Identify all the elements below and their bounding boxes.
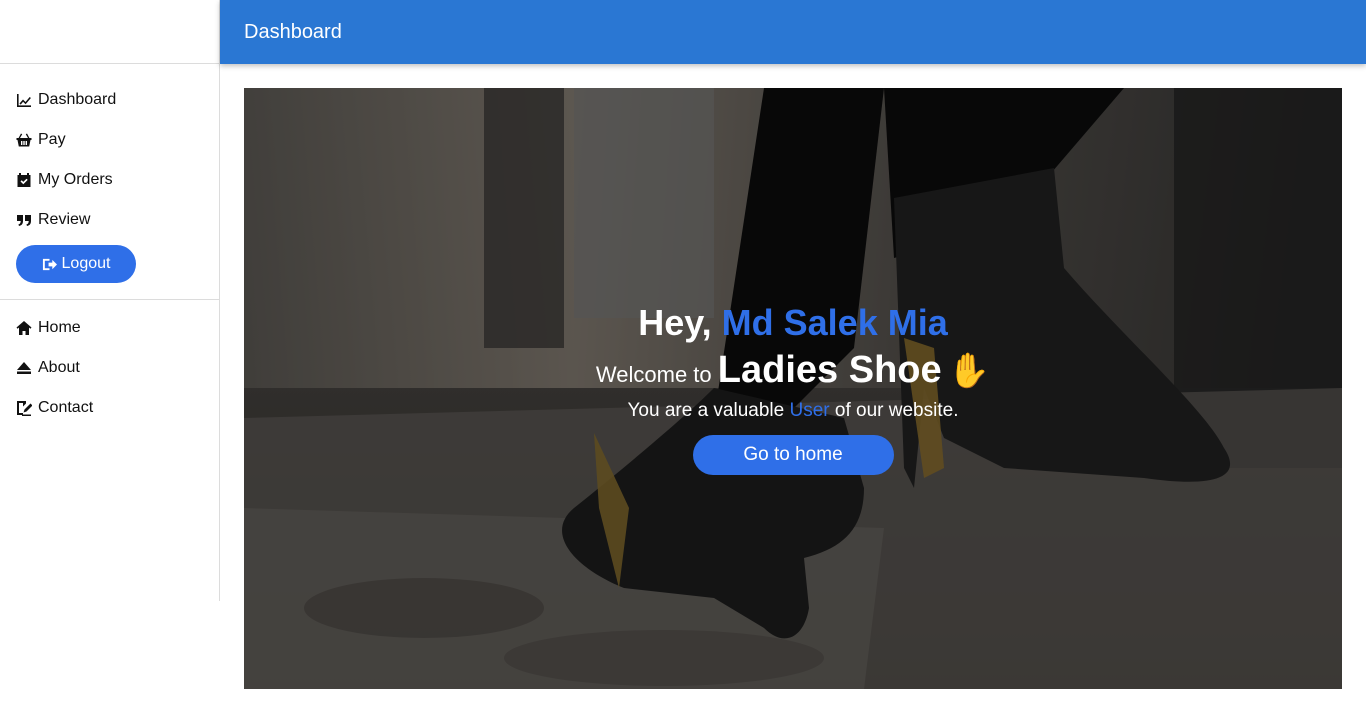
sidebar-item-label: Pay <box>38 131 66 148</box>
signature-icon <box>16 400 36 416</box>
sidebar-header <box>0 0 219 64</box>
chart-line-icon <box>16 92 36 108</box>
user-name: Md Salek Mia <box>721 302 948 343</box>
role-suffix: of our website. <box>834 400 959 421</box>
sidebar-item-review[interactable]: Review <box>0 200 219 240</box>
brand-name: Ladies Shoe <box>717 349 942 391</box>
home-icon <box>16 320 36 336</box>
sidebar-item-home[interactable]: Home <box>0 308 219 348</box>
sidebar-item-contact[interactable]: Contact <box>0 388 219 428</box>
user-role-line: You are a valuable User of our website. <box>244 397 1342 425</box>
wave-hand-icon: ✋ <box>947 352 991 390</box>
basket-icon <box>16 132 36 148</box>
sidebar-item-label: Home <box>38 319 81 336</box>
logout-button[interactable]: Logout <box>16 245 136 283</box>
banner-content: Hey, Md Salek Mia Welcome to Ladies Shoe… <box>244 300 1342 475</box>
sidebar-nav: Dashboard Pay My Orders Review <box>0 64 219 240</box>
sign-out-icon <box>42 258 57 270</box>
sidebar-item-dashboard[interactable]: Dashboard <box>0 80 219 120</box>
sidebar-item-my-orders[interactable]: My Orders <box>0 160 219 200</box>
sidebar-item-about[interactable]: About <box>0 348 219 388</box>
sidebar-item-label: My Orders <box>38 171 113 188</box>
calendar-check-icon <box>16 172 36 188</box>
sidebar-item-pay[interactable]: Pay <box>0 120 219 160</box>
sidebar-item-label: Dashboard <box>38 91 117 108</box>
logout-label: Logout <box>61 255 111 272</box>
greeting-heading: Hey, Md Salek Mia <box>244 300 1342 346</box>
sidebar-item-label: About <box>38 359 80 376</box>
user-role: User <box>789 400 830 421</box>
sidebar-item-label: Contact <box>38 399 94 416</box>
sidebar-item-label: Review <box>38 211 91 228</box>
sidebar: Dashboard Pay My Orders Review Logout Ho… <box>0 0 220 601</box>
page-title: Dashboard <box>244 20 342 43</box>
role-prefix: You are a valuable <box>627 400 785 421</box>
quote-icon <box>16 212 36 228</box>
app-bar: Dashboard <box>220 0 1366 64</box>
welcome-prefix: Welcome to <box>595 362 712 387</box>
logout-section: Logout <box>0 240 219 300</box>
welcome-line: Welcome to Ladies Shoe ✋ <box>244 346 1342 399</box>
go-to-home-button[interactable]: Go to home <box>692 435 894 475</box>
welcome-banner: Hey, Md Salek Mia Welcome to Ladies Shoe… <box>244 88 1342 689</box>
eject-icon <box>16 360 36 376</box>
sidebar-nav-secondary: Home About Contact <box>0 300 219 428</box>
greeting-prefix: Hey, <box>638 302 712 343</box>
